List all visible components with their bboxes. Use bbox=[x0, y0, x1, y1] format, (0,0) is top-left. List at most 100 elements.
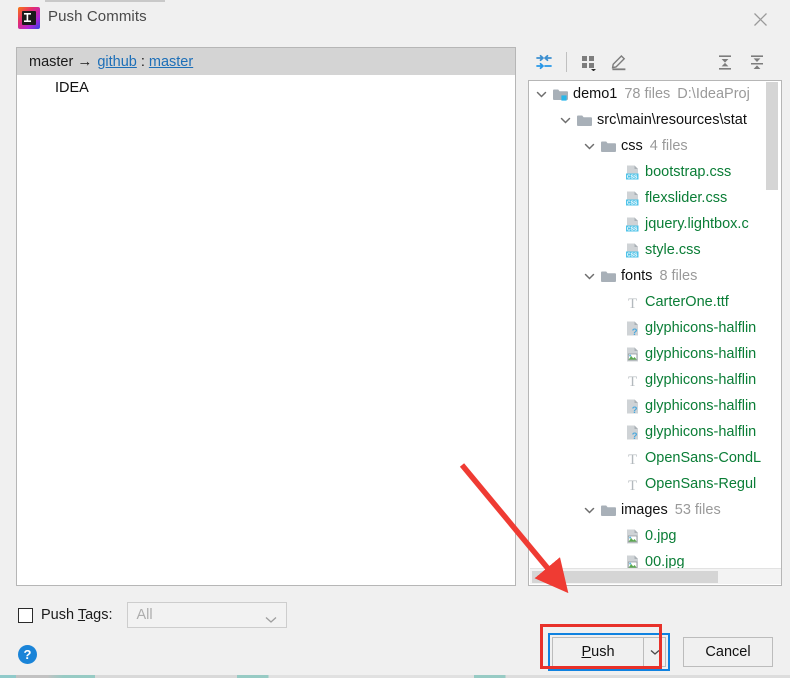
push-tags-select[interactable]: All bbox=[126, 602, 287, 628]
toolbar-divider bbox=[566, 52, 567, 72]
tree-node-label: glyphicons-halflin bbox=[645, 398, 757, 414]
tree-node-label: CarterOne.ttf bbox=[645, 294, 729, 310]
push-commits-dialog: Push Commits master → github : master ID… bbox=[0, 0, 790, 678]
push-tags-label-pre: Push bbox=[41, 607, 78, 623]
tree-row[interactable]: T OpenSans-CondL bbox=[529, 445, 765, 471]
tree-row[interactable]: T CarterOne.ttf bbox=[529, 289, 765, 315]
push-tags-checkbox[interactable] bbox=[18, 607, 33, 623]
tree-node-label: images bbox=[621, 502, 668, 518]
tree-row[interactable]: CSS flexslider.css bbox=[529, 185, 765, 211]
commit-message: IDEA bbox=[55, 80, 89, 96]
tree-row[interactable]: css 4 files bbox=[529, 133, 765, 159]
tree-rows-container: demo1 78 files D:\IdeaProj src\main\resourc… bbox=[529, 81, 765, 568]
tree-node-label: fonts bbox=[621, 268, 653, 284]
tree-node-path: D:\IdeaProj bbox=[677, 86, 750, 102]
expand-all-icon[interactable] bbox=[712, 49, 738, 75]
tree-node-label: css bbox=[621, 138, 643, 154]
tree-row[interactable]: Tglyphicons-halflin bbox=[529, 367, 765, 393]
svg-text:?: ? bbox=[632, 431, 638, 441]
tree-node-label: glyphicons-halflin bbox=[645, 424, 757, 440]
tree-node-label: glyphicons-halflin bbox=[645, 346, 757, 362]
tree-row[interactable]: ? glyphicons-halflin bbox=[529, 393, 765, 419]
tree-node-label: flexslider.css bbox=[645, 190, 728, 206]
push-mnemonic: P bbox=[581, 644, 592, 660]
group-by-icon[interactable] bbox=[576, 49, 602, 75]
tree-vertical-scrollbar[interactable] bbox=[764, 82, 780, 569]
chevron-down-icon bbox=[650, 643, 660, 661]
intellij-idea-icon bbox=[18, 7, 40, 29]
cancel-button[interactable]: Cancel bbox=[683, 637, 773, 667]
tree-row[interactable]: T OpenSans-Regul bbox=[529, 471, 765, 497]
scrollbar-thumb[interactable] bbox=[532, 571, 718, 583]
tree-node-label: jquery.lightbox.c bbox=[645, 216, 749, 232]
push-tags-value: All bbox=[136, 607, 153, 623]
svg-text:CSS: CSS bbox=[627, 226, 638, 232]
svg-text:T: T bbox=[628, 296, 637, 311]
tree-horizontal-scrollbar[interactable] bbox=[530, 568, 781, 584]
svg-text:?: ? bbox=[632, 405, 638, 415]
tree-row[interactable]: CSS bootstrap.css bbox=[529, 159, 765, 185]
tree-node-label: 00.jpg bbox=[645, 554, 685, 568]
changed-files-tree[interactable]: demo1 78 files D:\IdeaProj src\main\resourc… bbox=[528, 80, 782, 586]
tree-row[interactable]: CSS style.css bbox=[529, 237, 765, 263]
remote-branch-link[interactable]: master bbox=[149, 54, 193, 70]
title-bar: Push Commits bbox=[0, 0, 790, 38]
tree-node-label: OpenSans-CondL bbox=[645, 450, 762, 466]
close-icon[interactable] bbox=[738, 5, 782, 33]
push-tags-row: Push Tags: All bbox=[18, 602, 287, 628]
tree-row[interactable]: demo1 78 files D:\IdeaProj bbox=[529, 81, 765, 107]
separator-colon: : bbox=[140, 53, 145, 70]
push-button[interactable]: Push bbox=[552, 637, 644, 667]
title-bar-accent bbox=[45, 0, 165, 2]
push-button-label: Push bbox=[581, 644, 614, 660]
chevron-down-icon bbox=[265, 612, 277, 628]
tree-node-label: glyphicons-halflin bbox=[645, 320, 757, 336]
tree-row[interactable]: 00.jpg bbox=[529, 549, 765, 568]
commit-row[interactable]: IDEA bbox=[17, 77, 515, 99]
tree-node-label: style.css bbox=[645, 242, 701, 258]
commits-panel[interactable]: master → github : master IDEA bbox=[16, 47, 516, 586]
push-tags-label-post: ags: bbox=[85, 607, 113, 623]
tree-node-filecount: 53 files bbox=[674, 502, 721, 518]
push-label-rest: ush bbox=[591, 644, 615, 660]
tree-row[interactable]: ? glyphicons-halflin bbox=[529, 419, 765, 445]
collapse-selection-icon[interactable] bbox=[531, 49, 557, 75]
svg-text:CSS: CSS bbox=[627, 252, 638, 258]
arrow-right-icon: → bbox=[77, 53, 93, 70]
tree-row[interactable]: src\main\resources\stat bbox=[529, 107, 765, 133]
tree-node-label: OpenSans-Regul bbox=[645, 476, 757, 492]
tree-node-label: src\main\resources\stat bbox=[597, 112, 747, 128]
window-title: Push Commits bbox=[48, 8, 147, 25]
tree-row[interactable]: images 53 files bbox=[529, 497, 765, 523]
tree-row[interactable]: glyphicons-halflin bbox=[529, 341, 765, 367]
push-target-header: master → github : master bbox=[17, 48, 515, 75]
tree-toolbar bbox=[528, 46, 782, 78]
help-button[interactable]: ? bbox=[18, 645, 37, 664]
tree-row[interactable]: ? glyphicons-halflin bbox=[529, 315, 765, 341]
svg-text:T: T bbox=[628, 374, 637, 389]
tree-node-label: bootstrap.css bbox=[645, 164, 732, 180]
tree-row[interactable]: 0.jpg bbox=[529, 523, 765, 549]
push-tags-label: Push Tags: bbox=[41, 607, 113, 623]
remote-link[interactable]: github bbox=[97, 54, 137, 70]
collapse-all-icon[interactable] bbox=[744, 49, 770, 75]
tree-node-filecount: 8 files bbox=[659, 268, 698, 284]
tree-row[interactable]: CSS jquery.lightbox.c bbox=[529, 211, 765, 237]
svg-text:?: ? bbox=[632, 327, 638, 337]
svg-text:T: T bbox=[628, 478, 637, 493]
scrollbar-thumb[interactable] bbox=[766, 82, 778, 190]
edit-icon[interactable] bbox=[606, 49, 632, 75]
tree-node-label: glyphicons-halflin bbox=[645, 372, 757, 388]
tree-row[interactable]: fonts 8 files bbox=[529, 263, 765, 289]
svg-text:CSS: CSS bbox=[627, 200, 638, 206]
local-branch-label: master bbox=[29, 53, 74, 70]
svg-text:T: T bbox=[628, 452, 637, 467]
svg-text:CSS: CSS bbox=[627, 174, 638, 180]
cancel-button-label: Cancel bbox=[705, 644, 751, 660]
tree-node-filecount: 4 files bbox=[649, 138, 688, 154]
push-dropdown-button[interactable] bbox=[644, 637, 666, 667]
tree-node-label: demo1 bbox=[573, 86, 618, 102]
tree-node-filecount: 78 files bbox=[624, 86, 671, 102]
push-tags-mnemonic: T bbox=[77, 607, 86, 623]
tree-node-label: 0.jpg bbox=[645, 528, 677, 544]
